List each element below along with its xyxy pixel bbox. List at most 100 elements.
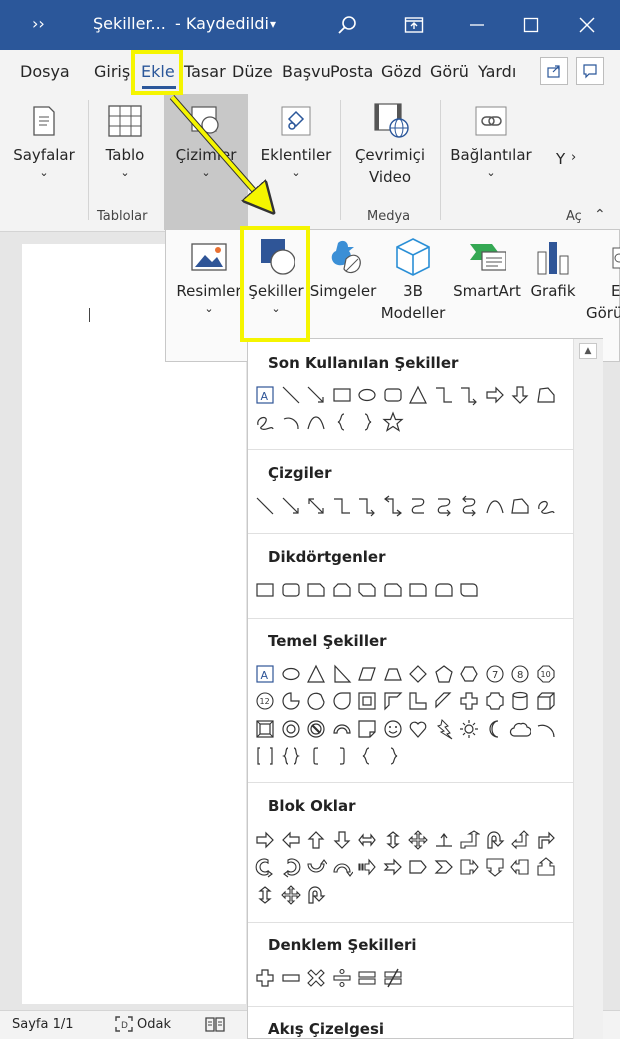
shape-ellipse-icon[interactable] bbox=[356, 384, 378, 406]
shape-elbow-icon[interactable] bbox=[331, 495, 353, 517]
shape-tri-icon[interactable] bbox=[407, 384, 429, 406]
shape-smiley-icon[interactable] bbox=[382, 718, 404, 740]
shape-rect-icon[interactable] bbox=[331, 384, 353, 406]
shape-diamond-icon[interactable] bbox=[407, 663, 429, 685]
shape-dblarrow-icon[interactable] bbox=[305, 495, 327, 517]
qat-more[interactable]: ›› bbox=[32, 14, 45, 33]
shape-ucallout-icon[interactable] bbox=[535, 856, 557, 878]
shape-lrarrow-icon[interactable] bbox=[356, 829, 378, 851]
shape-moon-icon[interactable] bbox=[484, 718, 506, 740]
screenshot-button[interactable]: E Görü bbox=[586, 238, 620, 324]
shape-rbrace-icon[interactable] bbox=[382, 745, 404, 767]
tab-giris[interactable]: Giriş bbox=[94, 62, 130, 81]
shape-blockarc-icon[interactable] bbox=[331, 718, 353, 740]
shape-rnd1-icon[interactable] bbox=[407, 579, 429, 601]
chevron-right-icon[interactable]: › bbox=[571, 150, 576, 165]
cizimler-button[interactable]: Çizimler ⌄ bbox=[164, 102, 248, 180]
save-status-chevron[interactable]: ▾ bbox=[270, 17, 276, 31]
focus-label[interactable]: Odak bbox=[137, 1017, 171, 1032]
shape-uturn-icon[interactable] bbox=[305, 884, 327, 906]
shape-heart-icon[interactable] bbox=[407, 718, 429, 740]
tab-dosya[interactable]: Dosya bbox=[20, 62, 70, 81]
shape-n12-icon[interactable]: 12 bbox=[254, 690, 276, 712]
shape-pent-icon[interactable] bbox=[433, 663, 455, 685]
shape-udarrow-icon[interactable] bbox=[382, 829, 404, 851]
shape-lcallout-icon[interactable] bbox=[509, 856, 531, 878]
shape-curve-icon[interactable] bbox=[484, 495, 506, 517]
shape-rnd3-icon[interactable] bbox=[458, 579, 480, 601]
shape-striped-icon[interactable] bbox=[356, 856, 378, 878]
shape-rcallout-icon[interactable] bbox=[458, 856, 480, 878]
shape-para-icon[interactable] bbox=[356, 663, 378, 685]
shape-bentarr-icon[interactable] bbox=[458, 829, 480, 851]
shape-dblbracket-icon[interactable] bbox=[254, 745, 276, 767]
shape-curvl-icon[interactable] bbox=[280, 856, 302, 878]
shape-ellipse-icon[interactable] bbox=[280, 663, 302, 685]
shape-snip2-icon[interactable] bbox=[331, 579, 353, 601]
close-icon[interactable] bbox=[570, 8, 604, 42]
shape-curvd-icon[interactable] bbox=[331, 856, 353, 878]
shape-dcallout-icon[interactable] bbox=[484, 856, 506, 878]
shape-elbowarrow-icon[interactable] bbox=[356, 495, 378, 517]
shape-hex-icon[interactable] bbox=[458, 663, 480, 685]
shape-scurvearr-icon[interactable] bbox=[433, 495, 455, 517]
shape-cube-icon[interactable] bbox=[535, 690, 557, 712]
collapse-ribbon-icon[interactable]: ⌃ bbox=[594, 207, 606, 223]
shape-rrect-icon[interactable] bbox=[280, 579, 302, 601]
shape-donut-icon[interactable] bbox=[280, 718, 302, 740]
shape-curvu-icon[interactable] bbox=[305, 856, 327, 878]
tab-gozden-gecir[interactable]: Gözd bbox=[381, 62, 422, 81]
search-icon[interactable] bbox=[330, 8, 364, 42]
shape-scribble-icon[interactable] bbox=[535, 495, 557, 517]
simgeler-button[interactable]: Simgeler bbox=[308, 238, 378, 302]
shape-eqminus-icon[interactable] bbox=[280, 967, 302, 989]
shape-eqdiv-icon[interactable] bbox=[331, 967, 353, 989]
shape-darrow-icon[interactable] bbox=[331, 829, 353, 851]
shape-bevel-icon[interactable] bbox=[254, 718, 276, 740]
comments-icon[interactable] bbox=[576, 57, 604, 85]
shape-line-icon[interactable] bbox=[254, 495, 276, 517]
read-mode-icon[interactable] bbox=[204, 1015, 226, 1037]
shape-freeform-icon[interactable] bbox=[509, 495, 531, 517]
shape-rbrace-icon[interactable] bbox=[356, 411, 378, 433]
shape-elbowarrow-icon[interactable] bbox=[458, 384, 480, 406]
shape-plus-icon[interactable] bbox=[458, 690, 480, 712]
shape-lshape-icon[interactable] bbox=[407, 690, 429, 712]
scroll-up-icon[interactable]: ▲ bbox=[579, 343, 597, 359]
shape-scribble-icon[interactable] bbox=[254, 411, 276, 433]
shape-teardrop-icon[interactable] bbox=[331, 690, 353, 712]
tablo-button[interactable]: Tablo ⌄ bbox=[95, 102, 155, 180]
shape-sniprnd-icon[interactable] bbox=[382, 579, 404, 601]
shape-quadarrow-icon[interactable] bbox=[280, 884, 302, 906]
shape-arrowline-icon[interactable] bbox=[280, 495, 302, 517]
shape-plaque-icon[interactable] bbox=[484, 690, 506, 712]
shape-freeform-icon[interactable] bbox=[535, 384, 557, 406]
shape-scurve-icon[interactable] bbox=[407, 495, 429, 517]
shape-uturn-icon[interactable] bbox=[484, 829, 506, 851]
shape-cloud-icon[interactable] bbox=[509, 718, 531, 740]
shape-chevron-icon[interactable] bbox=[433, 856, 455, 878]
shape-darrow-icon[interactable] bbox=[509, 384, 531, 406]
page-count[interactable]: Sayfa 1/1 bbox=[12, 1017, 74, 1032]
shape-elbowdbl-icon[interactable] bbox=[382, 495, 404, 517]
tab-yardim[interactable]: Yardı bbox=[478, 62, 516, 81]
smartart-button[interactable]: SmartArt bbox=[450, 238, 524, 302]
shape-textbox-icon[interactable]: A bbox=[254, 384, 276, 406]
shape-nosym-icon[interactable] bbox=[305, 718, 327, 740]
shape-tarrow-icon[interactable] bbox=[433, 829, 455, 851]
grafik-button[interactable]: Grafik bbox=[526, 238, 580, 302]
shape-chord-icon[interactable] bbox=[305, 690, 327, 712]
shape-arcshape-icon[interactable] bbox=[535, 718, 557, 740]
shape-n7-icon[interactable]: 7 bbox=[484, 663, 506, 685]
shape-arc-icon[interactable] bbox=[280, 411, 302, 433]
shape-arrowline-icon[interactable] bbox=[305, 384, 327, 406]
shape-lbrace-icon[interactable] bbox=[356, 745, 378, 767]
shape-frame-icon[interactable] bbox=[356, 690, 378, 712]
shape-sun-icon[interactable] bbox=[458, 718, 480, 740]
shape-uarrow-icon[interactable] bbox=[305, 829, 327, 851]
online-video-button[interactable]: Çevrimiçi Video bbox=[346, 102, 434, 188]
shape-can-icon[interactable] bbox=[509, 690, 531, 712]
shape-eqmult-icon[interactable] bbox=[305, 967, 327, 989]
tab-basvurular[interactable]: Başvu bbox=[282, 62, 331, 81]
resimler-button[interactable]: Resimler ⌄ bbox=[176, 238, 242, 316]
